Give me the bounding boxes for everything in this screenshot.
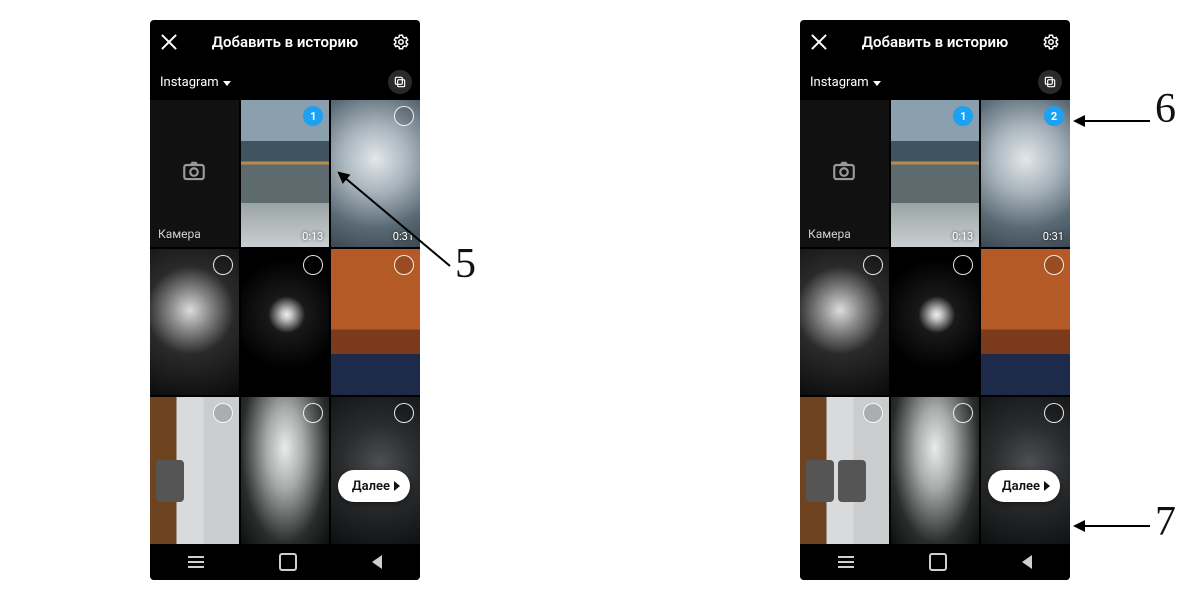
selection-badge[interactable]: 1 [303,106,323,126]
camera-icon [831,158,857,184]
media-grid: Камера 1 0:13 2 0:31 [800,100,1070,544]
selection-circle[interactable] [303,255,323,275]
nav-recent-icon[interactable] [188,561,204,563]
selection-badge[interactable]: 2 [1044,106,1064,126]
chevron-right-icon [1044,481,1050,491]
selection-circle[interactable] [394,106,414,126]
selection-circle[interactable] [863,255,883,275]
annotation-label-6: 6 [1155,85,1176,133]
media-tile[interactable]: 1 0:13 [241,100,330,247]
nav-back-icon[interactable] [372,555,382,569]
camera-label: Камера [158,227,201,241]
media-tile[interactable] [331,249,420,396]
android-navbar [800,544,1070,580]
video-duration: 0:13 [952,230,973,243]
annotation-arrow-6 [1075,120,1150,122]
multi-select-toggle[interactable] [1038,70,1062,94]
settings-icon[interactable] [392,33,410,51]
story-topbar: Добавить в историю [150,20,420,64]
chevron-right-icon [394,481,400,491]
next-button[interactable]: Далее [988,470,1060,502]
camera-tile[interactable]: Камера [150,100,239,247]
next-label: Далее [1002,479,1040,494]
chevron-down-icon [873,81,881,86]
close-icon[interactable] [810,33,828,51]
video-duration: 0:13 [302,230,323,243]
media-tile[interactable] [891,249,980,396]
phone-screenshot-left: Добавить в историю Instagram [150,20,420,580]
source-label: Instagram [810,75,869,90]
source-bar: Instagram [150,64,420,100]
close-icon[interactable] [160,33,178,51]
grid-footer: Далее [800,460,1070,508]
source-picker[interactable]: Instagram [160,75,231,90]
selection-circle[interactable] [1044,255,1064,275]
selection-circle[interactable] [1044,403,1064,423]
source-label: Instagram [160,75,219,90]
media-tile[interactable] [241,249,330,396]
media-tile[interactable]: 2 0:31 [981,100,1070,247]
media-tile[interactable]: 1 0:13 [891,100,980,247]
media-tile[interactable] [981,249,1070,396]
preview-thumb[interactable] [156,460,184,502]
selection-badge[interactable]: 1 [953,106,973,126]
android-navbar [150,544,420,580]
selection-circle[interactable] [863,403,883,423]
camera-tile[interactable]: Камера [800,100,889,247]
selection-circle[interactable] [213,403,233,423]
source-bar: Instagram [800,64,1070,100]
selection-circle[interactable] [394,255,414,275]
camera-label: Камера [808,227,851,241]
media-tile[interactable] [800,249,889,396]
selection-circle[interactable] [953,255,973,275]
grid-footer: Далее [150,460,420,508]
preview-thumb[interactable] [838,460,866,502]
annotation-label-5: 5 [455,240,476,288]
annotation-label-7: 7 [1155,498,1176,546]
annotation-arrow-7 [1075,525,1150,527]
selection-previews [806,460,866,502]
selection-previews [156,460,184,502]
video-duration: 0:31 [1043,230,1064,243]
source-picker[interactable]: Instagram [810,75,881,90]
screen-title: Добавить в историю [212,33,358,51]
settings-icon[interactable] [1042,33,1060,51]
nav-recent-icon[interactable] [838,561,854,563]
next-label: Далее [352,479,390,494]
selection-circle[interactable] [953,403,973,423]
camera-icon [181,158,207,184]
nav-back-icon[interactable] [1022,555,1032,569]
chevron-down-icon [223,81,231,86]
media-grid: Камера 1 0:13 0:31 [150,100,420,544]
story-topbar: Добавить в историю [800,20,1070,64]
selection-circle[interactable] [213,255,233,275]
selection-circle[interactable] [394,403,414,423]
multi-select-toggle[interactable] [388,70,412,94]
nav-home-icon[interactable] [279,553,297,571]
selection-circle[interactable] [303,403,323,423]
tutorial-stage: Добавить в историю Instagram [0,0,1200,600]
media-tile[interactable] [150,249,239,396]
next-button[interactable]: Далее [338,470,410,502]
phone-screenshot-right: Добавить в историю Instagram [800,20,1070,580]
nav-home-icon[interactable] [929,553,947,571]
screen-title: Добавить в историю [862,33,1008,51]
preview-thumb[interactable] [806,460,834,502]
